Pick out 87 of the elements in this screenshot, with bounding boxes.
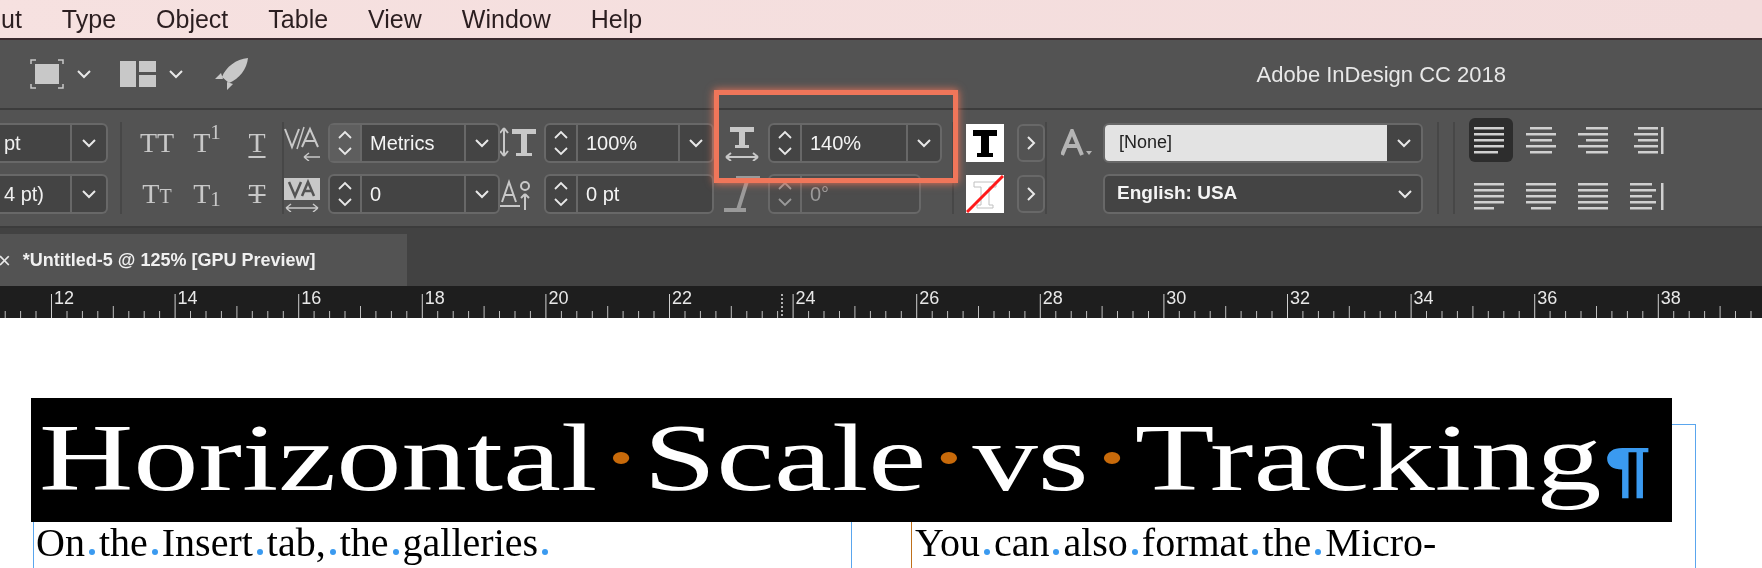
menu-item[interactable]: View — [368, 6, 422, 32]
body-word: also — [1063, 523, 1128, 563]
body-word: Micro- — [1325, 523, 1437, 563]
superscript-button[interactable]: T$^{1}$ — [182, 122, 232, 163]
body-word: the — [339, 523, 389, 563]
subscript-button[interactable]: T$_{1}$ — [182, 173, 232, 214]
body-word: Insert — [161, 523, 253, 563]
size-field[interactable]: pt — [0, 122, 108, 163]
up-down-arrows-icon — [554, 129, 568, 156]
ruler-label: 14 — [177, 288, 198, 308]
chevron-right-icon — [1026, 134, 1036, 151]
body-word: You — [915, 523, 980, 563]
menu-item[interactable]: Window — [461, 6, 551, 32]
body-word: the — [98, 523, 148, 563]
ruler-label: 26 — [919, 288, 940, 308]
body-word: the — [1262, 523, 1312, 563]
number-field[interactable]: 100% — [544, 122, 714, 163]
up-down-arrows-icon — [778, 129, 792, 156]
ruler-label: 38 — [1660, 288, 1681, 308]
fill-swatch[interactable] — [966, 123, 1004, 162]
menu-item[interactable]: Help — [590, 6, 643, 32]
skew-icon — [724, 175, 760, 212]
number-field[interactable]: 0 pt — [544, 173, 714, 214]
all-caps-button[interactable]: TT — [132, 122, 182, 163]
chevron-down-icon — [76, 69, 92, 79]
align-left-button[interactable] — [1469, 118, 1513, 162]
number-field[interactable]: 0 — [328, 173, 500, 214]
body-word: can — [993, 523, 1050, 563]
rocket-icon — [214, 57, 250, 91]
menu-item[interactable]: Object — [156, 6, 229, 32]
size-field[interactable]: 4 pt) — [0, 173, 108, 214]
ruler-label: 28 — [1042, 288, 1063, 308]
ruler-label: 16 — [301, 288, 322, 308]
ruler-label: 32 — [1289, 288, 1310, 308]
headline-word: Horizontal — [39, 403, 598, 513]
up-down-arrows-icon — [338, 180, 352, 207]
spinner-button[interactable] — [330, 124, 362, 161]
underline-button[interactable]: T — [232, 122, 282, 163]
number-field[interactable]: Metrics — [328, 122, 500, 163]
stroke-swatch[interactable] — [966, 174, 1004, 213]
ruler-label: 36 — [1537, 288, 1558, 308]
character-style-dropdown[interactable]: [None] — [1103, 122, 1423, 163]
body-word: On — [36, 523, 85, 563]
chevron-down-icon — [81, 137, 97, 148]
up-down-arrows-icon — [554, 180, 568, 207]
ruler-label: 20 — [548, 288, 569, 308]
tab-title: *Untitled-5 @ 125% [GPU Preview] — [22, 248, 316, 272]
horizontal-scale-icon — [724, 124, 760, 161]
body-word: tab, — [266, 523, 326, 563]
align-lines-icon — [1630, 182, 1664, 210]
ruler-label: 34 — [1413, 288, 1434, 308]
chevron-down-icon — [1397, 188, 1413, 199]
number-field[interactable]: 140% — [768, 122, 942, 163]
kerning-icon — [284, 124, 320, 161]
character-style-icon — [1061, 128, 1093, 157]
frame-icon — [30, 59, 64, 89]
headline-word: Tracking — [1134, 403, 1602, 513]
chevron-down-icon — [1396, 137, 1412, 148]
body-word: galleries — [402, 523, 539, 563]
menu-item[interactable]: Type — [61, 6, 117, 32]
ruler-label: 24 — [795, 288, 816, 308]
up-down-arrows-icon — [778, 180, 792, 207]
pilcrow-mark: ¶ — [1604, 438, 1652, 500]
up-down-arrows-icon — [338, 129, 352, 156]
strikethrough-button[interactable]: T — [232, 173, 282, 214]
chevron-down-icon — [474, 188, 490, 199]
headline-word: Scale — [643, 403, 927, 513]
language-dropdown[interactable]: English: USA — [1103, 173, 1423, 214]
chevron-right-icon — [1026, 185, 1036, 202]
chevron-down-icon — [168, 69, 184, 79]
close-tab-button[interactable]: × — [0, 243, 11, 277]
menu-item[interactable]: ut — [1, 6, 22, 32]
chevron-down-icon — [474, 137, 490, 148]
ruler-label: 12 — [54, 288, 75, 308]
menu-item[interactable]: Table — [268, 6, 329, 32]
headline-word: vs — [972, 403, 1089, 513]
ruler-label: 18 — [424, 288, 445, 308]
ruler-label: 22 — [671, 288, 692, 308]
ruler-label: 30 — [1166, 288, 1187, 308]
small-caps-button[interactable]: Tt — [132, 173, 182, 214]
app-title: Adobe InDesign CC 2018 — [1256, 60, 1506, 89]
document-tab[interactable]: × *Untitled-5 @ 125% [GPU Preview] — [0, 234, 407, 286]
chevron-down-icon — [916, 137, 932, 148]
chevron-down-icon — [81, 188, 97, 199]
chevron-down-icon — [688, 137, 704, 148]
body-word: format — [1141, 523, 1249, 563]
layout-icon — [120, 61, 156, 87]
